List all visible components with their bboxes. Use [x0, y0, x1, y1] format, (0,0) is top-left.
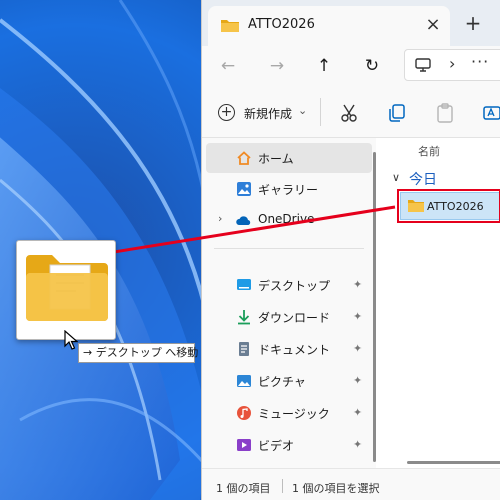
nav-item-label: ミュージック: [258, 407, 330, 421]
plus-icon: +: [218, 104, 235, 121]
chevron-down-icon: ⌄: [298, 104, 308, 117]
selected-count: 1 個の項目を選択: [292, 482, 380, 495]
paste-icon[interactable]: [434, 102, 456, 124]
nav-item-label: デスクトップ: [258, 279, 331, 293]
forward-button[interactable]: →: [263, 52, 291, 80]
nav-item-videos[interactable]: ビデオ ✦: [206, 430, 372, 460]
drag-tooltip: → デスクトップ へ移動: [78, 343, 198, 363]
file-explorer-window: ATTO2026 × + ← → ↑ ↻ › ··· + 新規作成 ⌄ ホーム …: [201, 0, 500, 500]
tab-title: ATTO2026: [248, 17, 315, 32]
refresh-button[interactable]: ↻: [358, 52, 386, 80]
close-tab-button[interactable]: ×: [422, 14, 444, 36]
home-icon: [237, 151, 251, 165]
tab-attO2026[interactable]: ATTO2026 ×: [208, 6, 450, 46]
nav-item-label: ギャラリー: [258, 183, 319, 197]
nav-item-gallery[interactable]: ギャラリー: [206, 174, 372, 204]
nav-item-label: ホーム: [258, 152, 294, 166]
nav-item-documents[interactable]: ドキュメント ✦: [206, 334, 372, 364]
pin-icon[interactable]: ✦: [353, 278, 362, 291]
nav-item-label: ビデオ: [258, 439, 295, 453]
group-label-today[interactable]: 今日: [409, 169, 437, 189]
folder-icon: [26, 255, 108, 321]
more-button[interactable]: ···: [471, 52, 489, 71]
nav-item-downloads[interactable]: ダウンロード ✦: [206, 302, 372, 332]
expand-chevron-icon[interactable]: ›: [218, 212, 222, 225]
horizontal-scrollbar[interactable]: [407, 461, 500, 464]
breadcrumb-chevron-icon[interactable]: ›: [449, 54, 455, 73]
status-divider: [282, 479, 283, 493]
new-tab-button[interactable]: +: [460, 10, 486, 36]
nav-item-pictures[interactable]: ピクチャ ✦: [206, 366, 372, 396]
pin-icon[interactable]: ✦: [353, 374, 362, 387]
cut-icon[interactable]: [338, 102, 360, 124]
dragged-folder-card[interactable]: [16, 240, 116, 340]
file-list: 名前 ∨ 今日 ATTO2026: [376, 138, 500, 468]
toolbar-divider: [320, 98, 321, 126]
gallery-icon: [237, 182, 251, 196]
navigation-bar: ← → ↑ ↻ › ···: [202, 46, 500, 86]
up-button[interactable]: ↑: [310, 52, 338, 80]
back-button[interactable]: ←: [214, 52, 242, 80]
status-bar: 1 個の項目 1 個の項目を選択: [202, 468, 500, 500]
video-icon: [237, 439, 251, 451]
document-icon: [239, 342, 249, 356]
address-bar[interactable]: › ···: [404, 49, 500, 81]
command-bar: + 新規作成 ⌄: [202, 86, 500, 138]
nav-divider: [214, 248, 364, 249]
picture-icon: [237, 375, 251, 387]
nav-item-label: OneDrive: [258, 212, 315, 226]
nav-item-music[interactable]: ミュージック ✦: [206, 398, 372, 428]
pin-icon[interactable]: ✦: [353, 310, 362, 323]
nav-item-label: ピクチャ: [258, 375, 306, 389]
pin-icon[interactable]: ✦: [353, 438, 362, 451]
folder-icon: [221, 20, 239, 32]
selection-highlight-box: [397, 189, 500, 223]
nav-item-onedrive[interactable]: › OneDrive: [206, 205, 372, 235]
pin-icon[interactable]: ✦: [353, 406, 362, 419]
onedrive-icon: [236, 216, 251, 225]
desktop-icon: [237, 279, 251, 290]
new-button-label: 新規作成: [244, 107, 293, 121]
download-icon: [238, 310, 250, 325]
nav-item-home[interactable]: ホーム: [206, 143, 372, 173]
group-collapse-icon[interactable]: ∨: [392, 171, 400, 184]
column-header-name[interactable]: 名前: [418, 143, 440, 159]
this-pc-icon: [415, 58, 431, 72]
rename-icon[interactable]: [482, 102, 500, 124]
music-icon: [237, 406, 251, 420]
copy-icon[interactable]: [386, 102, 408, 124]
nav-item-desktop[interactable]: デスクトップ ✦: [206, 270, 372, 300]
nav-item-label: ダウンロード: [258, 311, 331, 325]
navigation-pane: ホーム ギャラリー › OneDrive デスクトップ ✦ ダウンロード ✦ ド…: [202, 138, 376, 468]
item-count: 1 個の項目: [216, 482, 271, 495]
title-bar: ATTO2026 × +: [202, 0, 500, 46]
pin-icon[interactable]: ✦: [353, 342, 362, 355]
mouse-cursor-icon: [64, 330, 78, 350]
nav-item-label: ドキュメント: [258, 343, 331, 357]
